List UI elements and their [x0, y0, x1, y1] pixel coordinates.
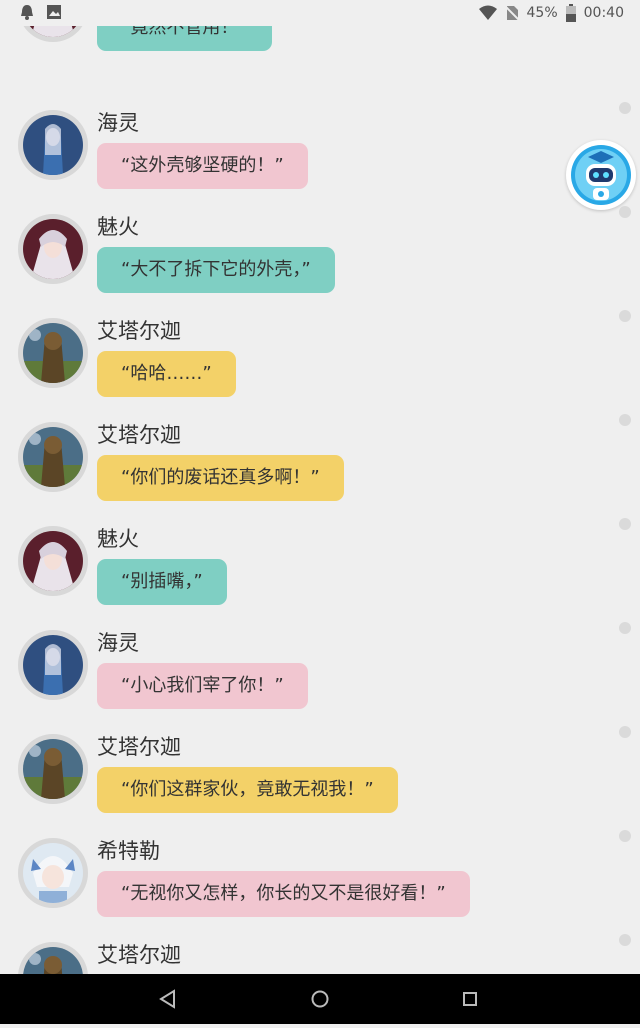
- message-bubble[interactable]: “你们这群家伙，竟敢无视我！”: [97, 767, 398, 813]
- home-icon: [311, 990, 329, 1008]
- avatar-image: [23, 427, 83, 487]
- avatar-aitaerjia[interactable]: [18, 734, 88, 804]
- chat-message: 魅火 “别插嘴，”: [0, 518, 640, 622]
- avatar-image: [23, 115, 83, 175]
- avatar-aitaerjia[interactable]: [18, 422, 88, 492]
- sender-name: 艾塔尔迦: [97, 735, 181, 759]
- chat-message: 艾塔尔迦: [0, 934, 640, 974]
- scroll-dot: [619, 726, 631, 738]
- sender-name: 艾塔尔迦: [97, 943, 181, 967]
- sender-name: 艾塔尔迦: [97, 319, 181, 343]
- avatar-image: [23, 219, 83, 279]
- scroll-dot: [619, 830, 631, 842]
- message-bubble[interactable]: “你们的废话还真多啊！”: [97, 455, 344, 501]
- message-bubble[interactable]: “小心我们宰了你！”: [97, 663, 308, 709]
- recents-icon: [463, 992, 477, 1006]
- robot-assistant-graphic: [571, 145, 631, 205]
- chat-list[interactable]: 魅火 “竟然不管用！” 海灵 “这外壳够坚硬的！”: [0, 0, 640, 974]
- scroll-dot: [619, 518, 631, 530]
- avatar-image: [23, 843, 83, 903]
- sender-name: 海灵: [97, 631, 139, 655]
- sender-name: 魅火: [97, 527, 139, 551]
- chat-message: 海灵 “小心我们宰了你！”: [0, 622, 640, 726]
- status-bar: 45% 00:40: [0, 0, 640, 26]
- wifi-icon: [478, 5, 497, 20]
- scroll-dot: [619, 102, 631, 114]
- message-bubble[interactable]: “这外壳够坚硬的！”: [97, 143, 308, 189]
- avatar-image: [23, 739, 83, 799]
- avatar-image: [23, 947, 83, 974]
- chat-message: 艾塔尔迦 “哈哈……”: [0, 310, 640, 414]
- battery-icon: [565, 4, 576, 22]
- avatar-aitaerjia[interactable]: [18, 942, 88, 974]
- sender-name: 魅火: [97, 215, 139, 239]
- recents-button[interactable]: [440, 974, 500, 1024]
- sender-name: 海灵: [97, 111, 139, 135]
- chat-message: 魅火 “大不了拆下它的外壳，”: [0, 206, 640, 310]
- chat-message: 希特勒 “无视你又怎样，你长的又不是很好看！”: [0, 830, 640, 934]
- notification-icon: [21, 5, 33, 20]
- avatar-xitele[interactable]: [18, 838, 88, 908]
- battery-percent: 45%: [526, 5, 558, 21]
- back-icon: [159, 989, 175, 1009]
- scroll-dot: [619, 934, 631, 946]
- avatar-hailing[interactable]: [18, 630, 88, 700]
- no-sim-icon: [504, 5, 519, 21]
- avatar-image: [23, 531, 83, 591]
- robot-assistant-icon[interactable]: [566, 140, 636, 210]
- message-bubble[interactable]: “大不了拆下它的外壳，”: [97, 247, 335, 293]
- message-bubble[interactable]: “哈哈……”: [97, 351, 236, 397]
- message-bubble[interactable]: “别插嘴，”: [97, 559, 227, 605]
- sender-name: 艾塔尔迦: [97, 423, 181, 447]
- avatar-meihuo[interactable]: [18, 214, 88, 284]
- sender-name: 希特勒: [97, 839, 160, 863]
- avatar-aitaerjia[interactable]: [18, 318, 88, 388]
- avatar-hailing[interactable]: [18, 110, 88, 180]
- chat-message: 艾塔尔迦 “你们这群家伙，竟敢无视我！”: [0, 726, 640, 830]
- back-button[interactable]: [138, 974, 198, 1024]
- navigation-bar: [0, 974, 640, 1024]
- chat-message: 海灵 “这外壳够坚硬的！”: [0, 102, 640, 206]
- scroll-dot: [619, 310, 631, 322]
- image-icon: [47, 5, 61, 19]
- scroll-dot: [619, 622, 631, 634]
- home-button[interactable]: [290, 974, 350, 1024]
- avatar-image: [23, 323, 83, 383]
- scroll-dot: [619, 414, 631, 426]
- message-bubble[interactable]: “无视你又怎样，你长的又不是很好看！”: [97, 871, 470, 917]
- avatar-image: [23, 635, 83, 695]
- status-time: 00:40: [583, 5, 624, 21]
- avatar-meihuo[interactable]: [18, 526, 88, 596]
- chat-message: 艾塔尔迦 “你们的废话还真多啊！”: [0, 414, 640, 518]
